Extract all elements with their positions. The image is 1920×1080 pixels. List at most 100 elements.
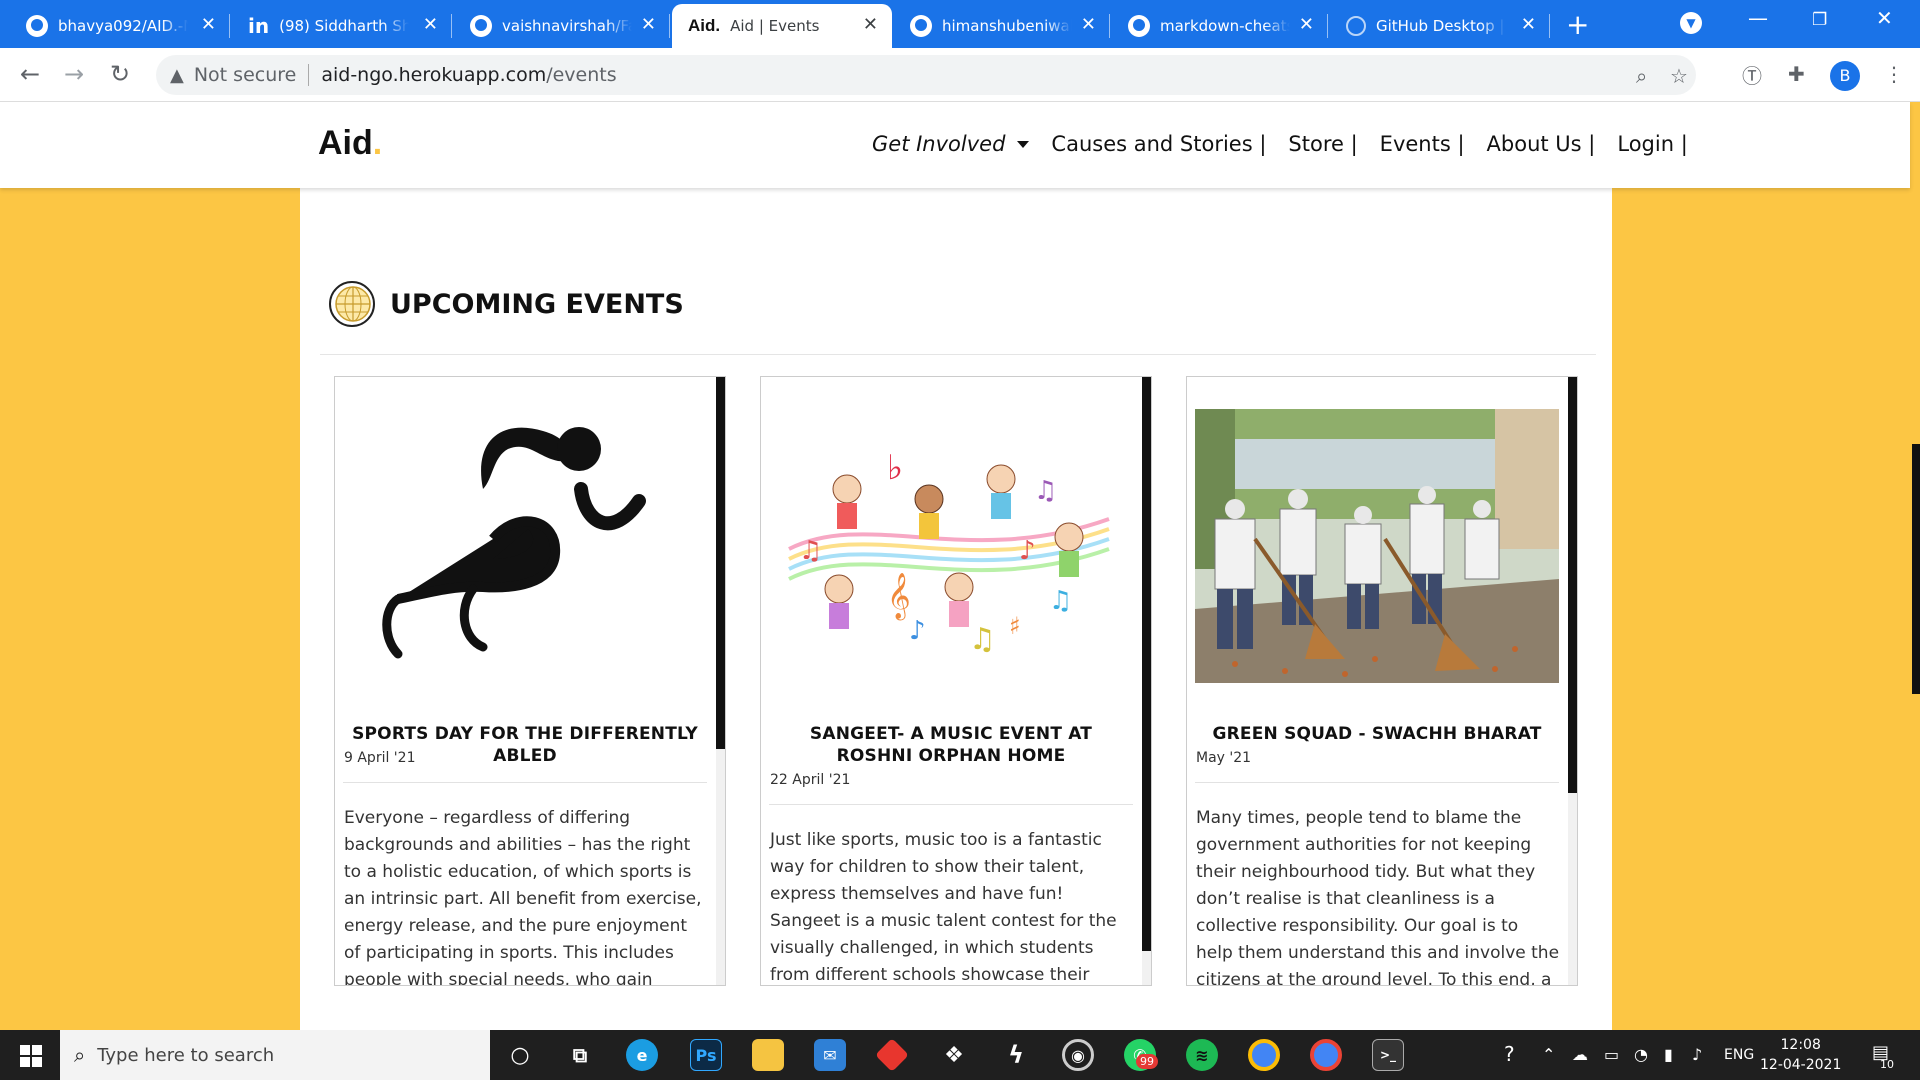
street-cleaning-photo [1195, 409, 1559, 683]
battery-icon[interactable]: ▮ [1664, 1045, 1673, 1064]
runner-pictogram [382, 427, 646, 659]
taskbar-clock[interactable]: 12:08 12-04-2021 [1760, 1035, 1841, 1075]
url-host[interactable]: aid-ngo.herokuapp.com [321, 64, 546, 86]
back-icon[interactable]: ← [20, 60, 40, 88]
linkedin-icon: in [248, 14, 270, 38]
card-scrollbar-thumb[interactable] [716, 377, 725, 749]
github-desktop-icon [1346, 16, 1366, 36]
github-icon [1128, 15, 1150, 37]
language-indicator[interactable]: ENG [1724, 1047, 1754, 1063]
clock-time: 12:08 [1780, 1037, 1821, 1053]
svg-text:♫: ♫ [969, 622, 996, 657]
wifi-icon[interactable]: ◔ [1634, 1045, 1648, 1064]
dropbox-icon[interactable]: ❖ [938, 1039, 970, 1071]
svg-text:♫: ♫ [1049, 586, 1072, 616]
menu-dots-icon[interactable]: ⋮ [1884, 62, 1904, 86]
page-scrollbar-thumb[interactable] [1912, 444, 1920, 694]
volume-icon[interactable]: ♪ [1692, 1045, 1702, 1064]
events-panel: UPCOMING EVENTS SPORTS DAY FOR THE DIFFE… [300, 188, 1612, 1030]
event-title[interactable]: SANGEET- A MUSIC EVENT AT ROSHNI ORPHAN … [769, 723, 1133, 767]
security-label[interactable]: Not secure [194, 64, 297, 86]
minimize-icon[interactable]: — [1748, 6, 1768, 30]
anydesk-icon[interactable] [875, 1038, 909, 1072]
section-header: UPCOMING EVENTS [328, 280, 684, 328]
nav-causes[interactable]: Causes and Stories | [1051, 132, 1266, 156]
close-icon[interactable]: ✕ [1521, 16, 1536, 34]
mail-icon[interactable]: ✉ [814, 1039, 846, 1071]
event-title[interactable]: GREEN SQUAD - SWACHH BHARAT [1195, 723, 1559, 745]
zoom-icon[interactable]: ⌕ [1636, 64, 1647, 88]
cortana-icon[interactable]: ○ [504, 1039, 536, 1071]
page-viewport: Aid. Get Involved Causes and Stories | S… [0, 102, 1920, 1030]
nav-about[interactable]: About Us | [1487, 132, 1596, 156]
nav-get-involved[interactable]: Get Involved [872, 132, 1030, 156]
help-icon[interactable]: ? [1504, 1042, 1515, 1066]
windows-start-icon[interactable] [20, 1045, 42, 1067]
close-icon[interactable]: ✕ [201, 16, 216, 34]
spotify-icon[interactable]: ≋ [1186, 1039, 1218, 1071]
tab-title: himanshubeniwal/ [942, 17, 1072, 35]
main-nav: Get Involved Causes and Stories | Store … [872, 132, 1710, 156]
github-icon [470, 15, 492, 37]
terminal-icon[interactable]: >_ [1372, 1039, 1404, 1071]
children-music-notes-illustration: 𝄞 ♫ ♪ ♫ ♫ ♪ ♫ ♯ ♭ [788, 448, 1110, 657]
nav-store[interactable]: Store | [1288, 132, 1357, 156]
puzzle-extensions-icon[interactable]: ✚ [1788, 62, 1805, 86]
tab-title: bhavya092/AID.-N [58, 17, 188, 35]
onedrive-icon[interactable]: ☁ [1572, 1045, 1588, 1064]
warning-icon[interactable]: ▲ [170, 65, 184, 86]
chrome-icon[interactable] [1248, 1039, 1280, 1071]
site-logo[interactable]: Aid. [318, 124, 382, 163]
new-tab-icon[interactable]: + [1566, 8, 1589, 41]
logo-text: Aid [318, 124, 373, 162]
device-icon[interactable]: ▭ [1604, 1045, 1619, 1064]
window-close-icon[interactable]: ✕ [1876, 6, 1893, 30]
event-description: Many times, people tend to blame the gov… [1196, 808, 1560, 986]
reload-icon[interactable]: ↻ [110, 60, 130, 88]
tab-search-icon[interactable]: ▼ [1680, 12, 1702, 34]
page-scrollbar[interactable] [1910, 188, 1920, 1030]
event-description: Everyone – regardless of differing backg… [344, 808, 702, 986]
media-player-icon[interactable]: ◉ [1062, 1039, 1094, 1071]
close-icon[interactable]: ✕ [423, 16, 438, 34]
event-card: 𝄞 ♫ ♪ ♫ ♫ ♪ ♫ ♯ ♭ SANGEET- A MUSIC EVENT… [760, 376, 1152, 986]
close-icon[interactable]: ✕ [1081, 16, 1096, 34]
event-date: May '21 [1196, 750, 1252, 766]
whatsapp-badge: 99 [1136, 1054, 1158, 1069]
url-path[interactable]: /events [546, 64, 616, 86]
aid-favicon: Aid. [688, 16, 721, 35]
close-icon[interactable]: ✕ [641, 16, 656, 34]
taskbar-search[interactable]: ⌕ Type here to search [60, 1030, 490, 1080]
bookmark-star-icon[interactable]: ☆ [1670, 64, 1688, 88]
profile-avatar[interactable]: B [1830, 61, 1860, 91]
close-icon[interactable]: ✕ [863, 16, 878, 34]
close-icon[interactable]: ✕ [1299, 16, 1314, 34]
browser-tab[interactable]: bhavya092/AID.-N ✕ [10, 4, 230, 48]
chevron-up-icon[interactable]: ⌃ [1542, 1045, 1555, 1064]
browser-tab[interactable]: vaishnavirshah/Fa ✕ [454, 4, 670, 48]
divider [320, 354, 1596, 355]
nav-label: Get Involved [872, 132, 1006, 156]
forward-icon[interactable]: → [64, 60, 84, 88]
browser-tab[interactable]: in (98) Siddharth Sha ✕ [232, 4, 452, 48]
nav-events[interactable]: Events | [1380, 132, 1465, 156]
file-explorer-icon[interactable] [752, 1039, 784, 1071]
photoshop-icon[interactable]: Ps [690, 1039, 722, 1071]
address-bar[interactable]: ▲ Not secure aid-ngo.herokuapp.com/event… [156, 55, 1696, 95]
task-view-icon[interactable]: ⧉ [564, 1039, 596, 1071]
tab-title: Aid | Events [730, 17, 820, 35]
chrome-profile-icon[interactable] [1310, 1039, 1342, 1071]
browser-tab-active[interactable]: Aid. Aid | Events ✕ [672, 4, 892, 48]
card-scrollbar-thumb[interactable] [1568, 377, 1577, 793]
card-scrollbar-thumb[interactable] [1142, 377, 1151, 951]
browser-tab[interactable]: himanshubeniwal/ ✕ [894, 4, 1110, 48]
nav-login[interactable]: Login | [1617, 132, 1687, 156]
lightning-app-icon[interactable]: ϟ [1000, 1039, 1032, 1071]
restore-icon[interactable]: ❐ [1812, 10, 1827, 30]
edge-icon[interactable]: e [626, 1039, 658, 1071]
browser-tab[interactable]: GitHub Desktop | ✕ [1330, 4, 1550, 48]
browser-tab[interactable]: markdown-cheats ✕ [1112, 4, 1328, 48]
svg-text:♭: ♭ [887, 448, 903, 488]
tab-title: (98) Siddharth Sha [279, 17, 410, 35]
translate-extension-icon[interactable]: Ⓣ [1742, 60, 1762, 89]
